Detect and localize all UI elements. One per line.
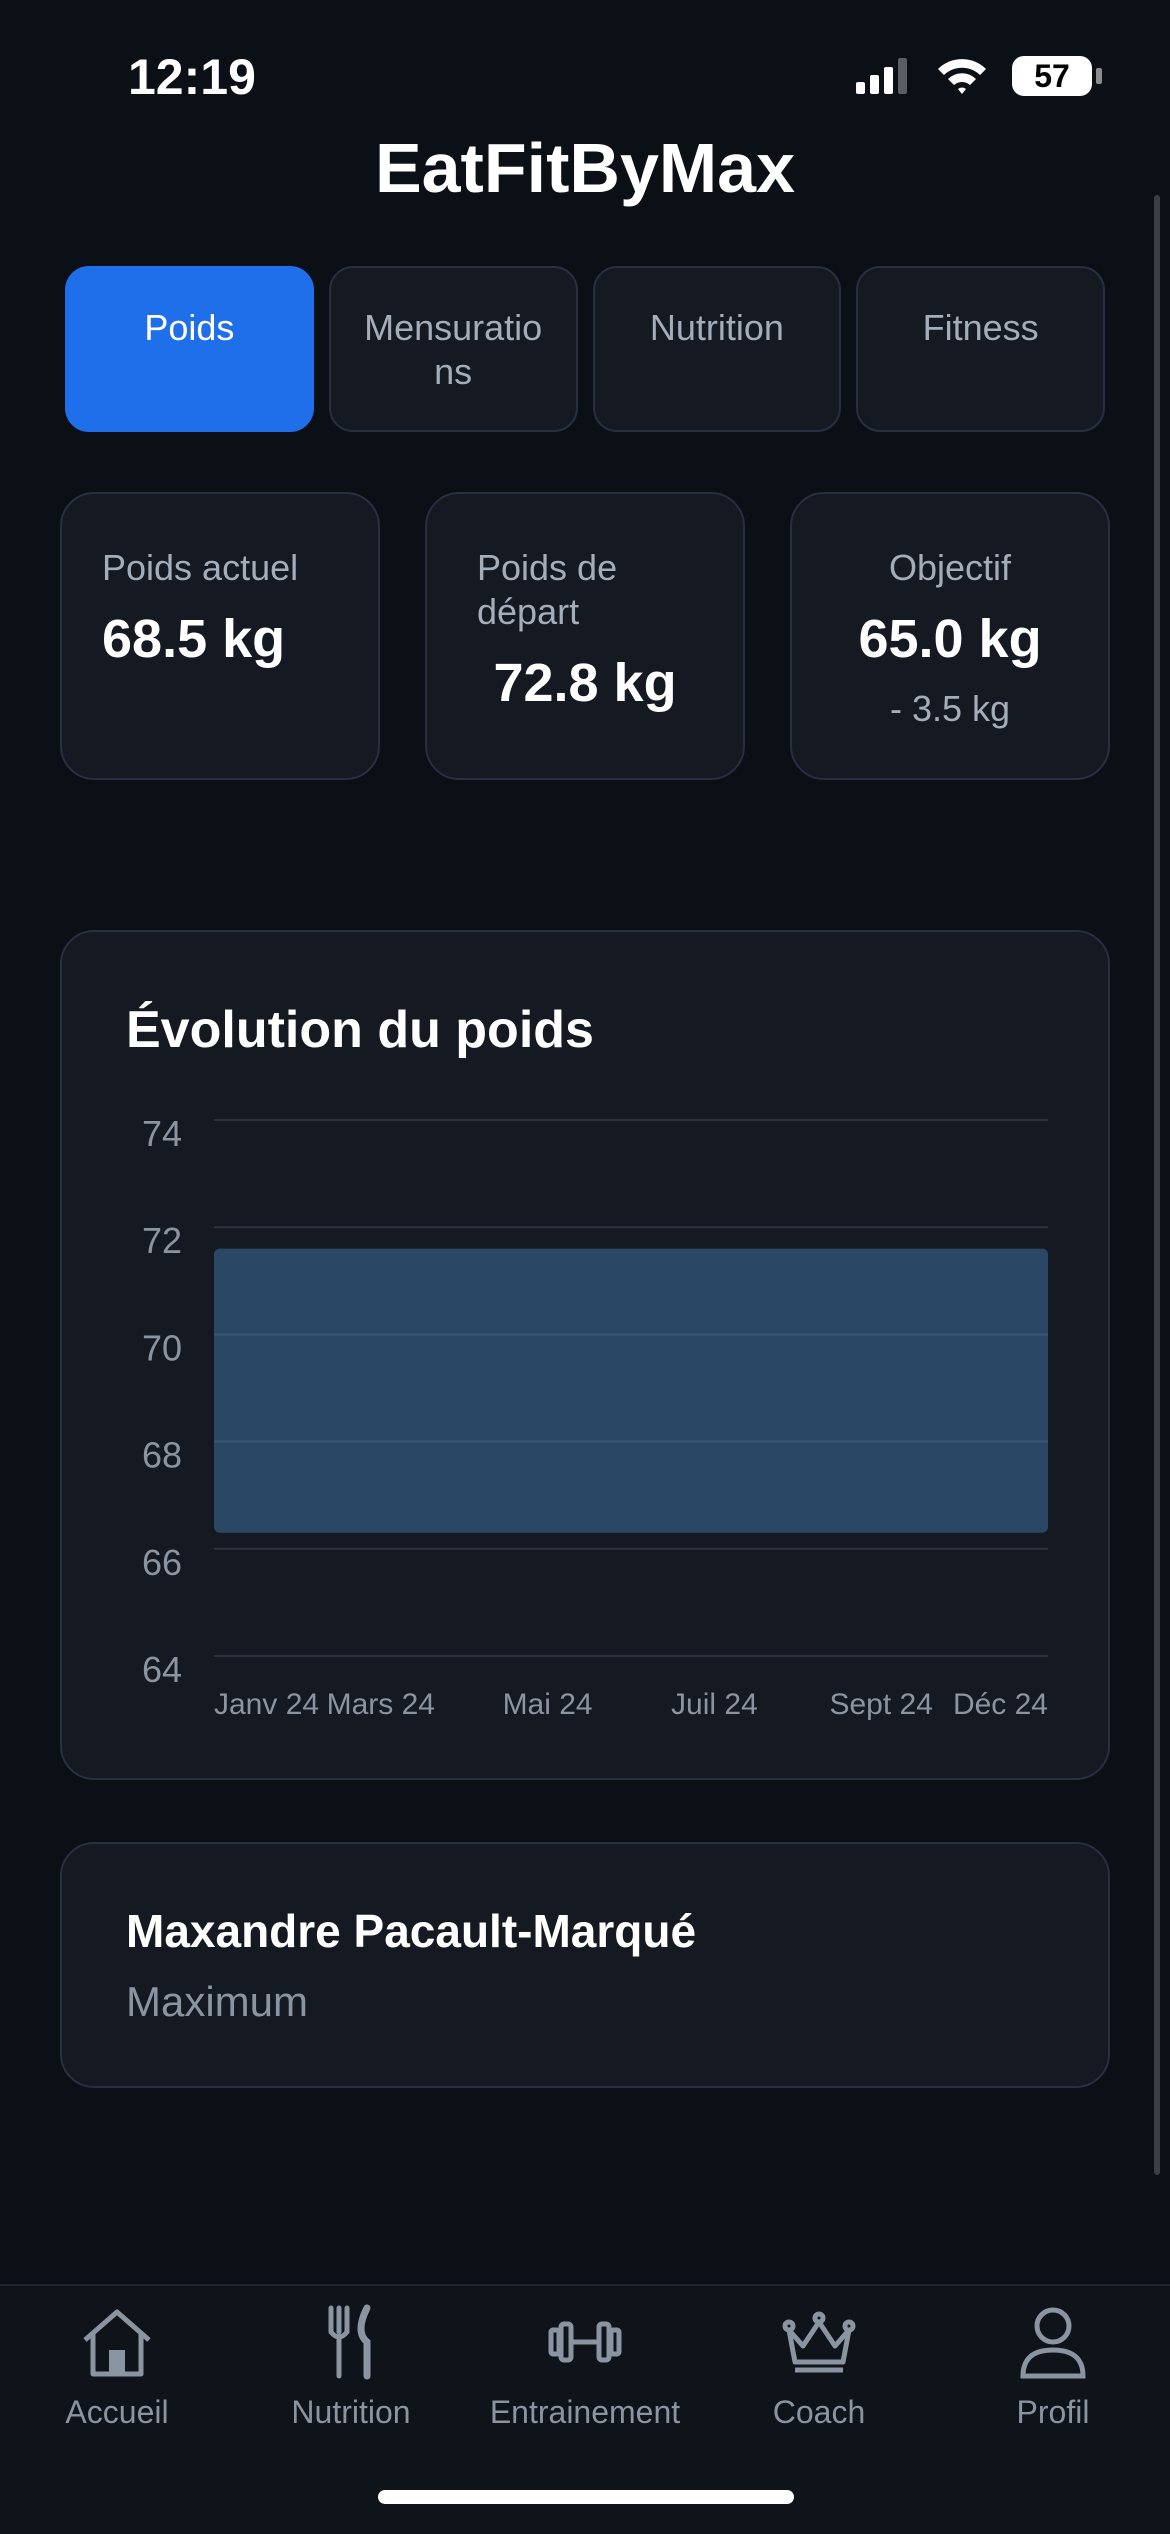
- goal-weight-card: Objectif 65.0 kg - 3.5 kg: [790, 492, 1110, 780]
- nav-label-coach: Coach: [772, 2394, 866, 2430]
- signal-icon: [856, 58, 907, 94]
- start-weight-value: 72.8 kg: [493, 653, 677, 713]
- home-icon: [83, 2309, 151, 2377]
- start-weight-label: Poids de départ: [477, 547, 618, 632]
- y-tick-label: 70: [142, 1327, 182, 1368]
- crown-icon: [782, 2311, 856, 2373]
- nav-item-profil[interactable]: Profil: [936, 2286, 1170, 2534]
- start-weight-card: Poids de départ 72.8 kg: [425, 492, 745, 780]
- weight-area: [214, 1248, 1048, 1533]
- profile-name: Maxandre Pacault-Marqué: [126, 1905, 697, 1957]
- goal-weight-label: Objectif: [888, 547, 1012, 588]
- current-weight-card: Poids actuel 68.5 kg: [60, 492, 380, 780]
- status-time: 12:19: [128, 49, 256, 105]
- y-tick-label: 64: [142, 1649, 182, 1690]
- tab-bar: Poids Mensurations Nutrition Fitness: [65, 266, 1105, 432]
- profile-card[interactable]: Maxandre Pacault-Marqué Maximum: [60, 1842, 1110, 2088]
- tab-fitness[interactable]: Fitness: [856, 266, 1105, 432]
- profile-subtitle: Maximum: [126, 1978, 309, 2025]
- x-tick-label: Déc 24: [953, 1688, 1048, 1721]
- nav-label-accueil: Accueil: [65, 2394, 169, 2430]
- y-tick-label: 72: [142, 1220, 182, 1261]
- app-title: EatFitByMax: [374, 129, 796, 207]
- nav-label-profil: Profil: [1016, 2394, 1090, 2430]
- nav-label-entrainement: Entrainement: [489, 2394, 681, 2430]
- nav-item-accueil[interactable]: Accueil: [0, 2286, 234, 2534]
- x-tick-label: Janv 24: [214, 1688, 319, 1721]
- status-icons: 57: [856, 56, 1102, 96]
- tab-poids[interactable]: Poids: [65, 266, 314, 432]
- current-weight-label: Poids actuel: [102, 547, 299, 588]
- y-tick-label: 66: [142, 1542, 182, 1583]
- tab-nutrition[interactable]: Nutrition: [592, 266, 842, 432]
- x-tick-label: Sept 24: [829, 1688, 932, 1721]
- y-tick-label: 74: [142, 1113, 182, 1154]
- x-tick-label: Mai 24: [503, 1688, 593, 1721]
- fork-knife-icon: [328, 2304, 371, 2380]
- dumbbell-icon: [548, 2321, 622, 2363]
- weight-chart-card: Évolution du poids 74 72 70 68 66 64 Janv 24 Ma…: [60, 930, 1110, 1780]
- wifi-icon: [938, 59, 986, 94]
- scrollbar[interactable]: [1154, 195, 1160, 2175]
- person-icon: [1020, 2307, 1086, 2379]
- x-tick-label: Juil 24: [671, 1688, 758, 1721]
- x-tick-label: Mars 24: [327, 1688, 435, 1721]
- goal-weight-diff: - 3.5 kg: [889, 688, 1011, 729]
- tab-mensurations[interactable]: Mensurations: [328, 266, 578, 432]
- weight-chart: 74 72 70 68 66 64 Janv 24 Mars 24 Mai 24 Juil 24 S…: [142, 1113, 1048, 1721]
- weight-stats: Poids actuel 68.5 kg Poids de départ 72.…: [60, 492, 1110, 780]
- y-tick-label: 68: [142, 1435, 182, 1476]
- goal-weight-value: 65.0 kg: [858, 609, 1042, 669]
- current-weight-value: 68.5 kg: [102, 609, 286, 669]
- nav-label-nutrition: Nutrition: [291, 2394, 411, 2430]
- home-indicator: [378, 2490, 794, 2504]
- battery-indicator: 57: [1012, 56, 1102, 96]
